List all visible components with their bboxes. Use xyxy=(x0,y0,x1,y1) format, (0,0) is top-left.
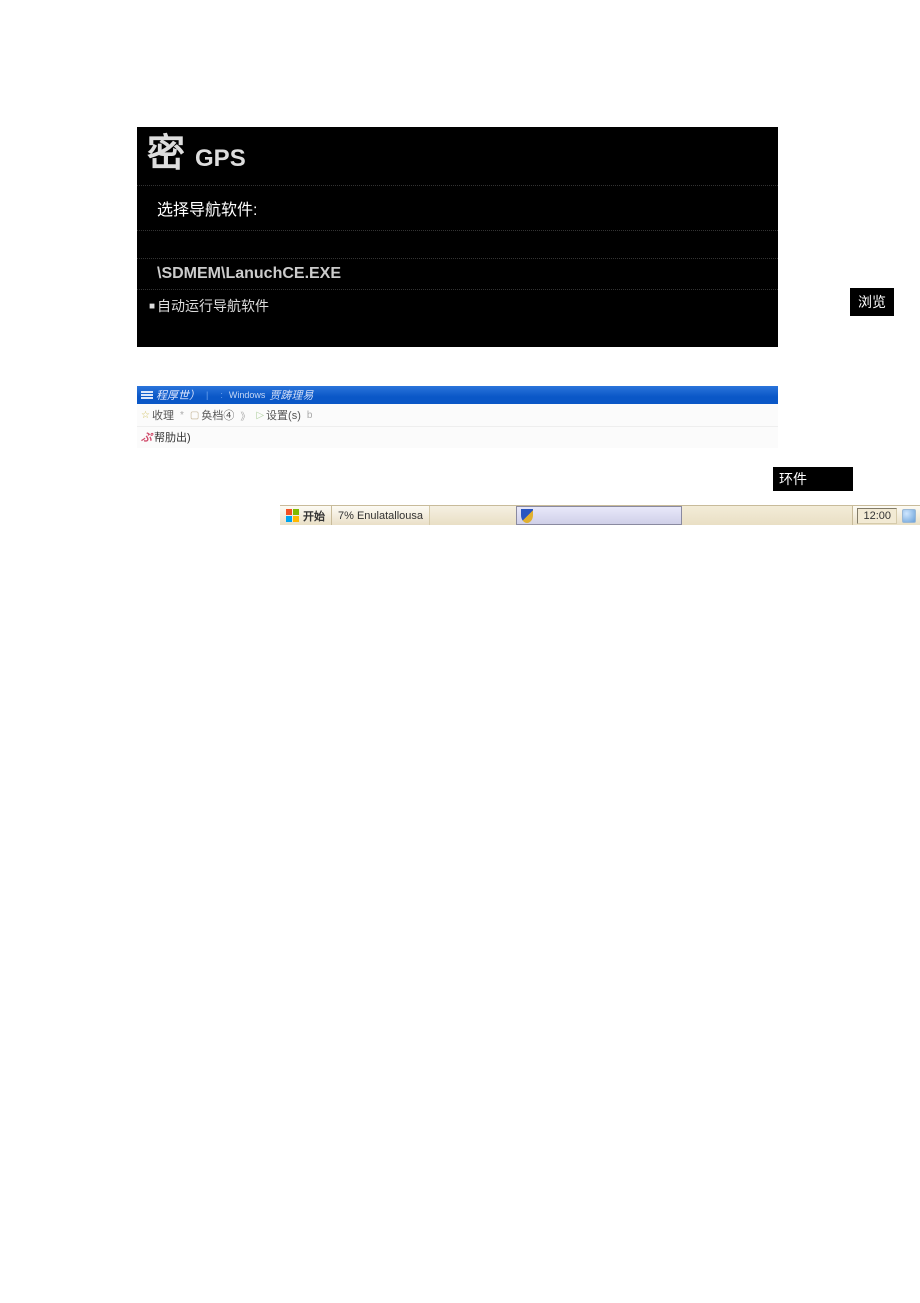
titlebar-text-2: 贾踌理易 xyxy=(269,387,313,403)
windows-flag-icon xyxy=(286,509,300,523)
toolbar-archive[interactable]: ▢ 奂档④ xyxy=(190,407,234,423)
browse-button[interactable]: 浏览 xyxy=(850,288,894,316)
toolbar-archive-label: 奂档④ xyxy=(201,407,234,423)
taskbar-spacer-1 xyxy=(430,506,516,525)
gps-path-input[interactable]: \SDMEM\LanuchCE.EXE xyxy=(137,259,778,290)
titlebar-divider: | xyxy=(206,390,208,400)
toolbar-favorites[interactable]: ☆ 收理 xyxy=(141,407,174,423)
gps-logo-icon: 密 xyxy=(147,135,185,173)
titlebar-text-1: 程厚世） xyxy=(156,387,200,403)
swirl-icon: ぷ xyxy=(141,429,152,445)
gps-header: 密 GPS xyxy=(137,127,778,186)
gps-title: GPS xyxy=(195,145,246,173)
gps-spacer xyxy=(137,231,778,259)
gps-auto-run-checkbox[interactable]: ■ 自动运行导航软件 xyxy=(137,290,778,322)
ring-badge: 环件 xyxy=(773,467,853,491)
toolbar-help[interactable]: ぷ 帮肋出) xyxy=(141,429,191,445)
taskbar-security-button[interactable] xyxy=(516,506,682,525)
taskbar: 开始 7% Enulatallousa 12:00 xyxy=(280,505,920,525)
app-titlebar[interactable]: 程厚世） | : Windows 贾踌理易 xyxy=(137,386,778,404)
window-icon xyxy=(141,389,153,401)
tray-show-desktop-icon[interactable] xyxy=(902,509,916,523)
resource-manager-window: 程厚世） | : Windows 贾踌理易 ☆ 收理 * ▢ 奂档④ 》 ▷ 设… xyxy=(137,386,778,448)
toolbar-sep-3: b xyxy=(307,410,313,421)
gps-settings-panel: 密 GPS 选择导航软件: \SDMEM\LanuchCE.EXE ■ 自动运行… xyxy=(137,127,778,347)
app-toolbar-row-2: ぷ 帮肋出) xyxy=(137,427,778,448)
titlebar-windows-label: Windows xyxy=(229,390,266,400)
taskbar-item-1[interactable]: 7% Enulatallousa xyxy=(332,506,430,525)
start-button-label: 开始 xyxy=(303,508,325,524)
shield-icon xyxy=(521,509,533,523)
square-icon: ▢ xyxy=(190,410,199,421)
triangle-icon: ▷ xyxy=(256,410,264,421)
system-tray: 12:00 xyxy=(852,506,920,525)
toolbar-settings[interactable]: ▷ 设置(s) xyxy=(256,407,301,423)
taskbar-fill xyxy=(682,506,852,525)
toolbar-settings-label: 设置(s) xyxy=(266,407,301,423)
toolbar-sep-1: * xyxy=(180,410,184,421)
star-icon: ☆ xyxy=(141,410,150,421)
gps-select-software-label: 选择导航软件: xyxy=(137,186,778,231)
gps-auto-run-label: 自动运行导航软件 xyxy=(157,296,269,316)
tray-clock[interactable]: 12:00 xyxy=(857,508,897,524)
toolbar-sep-2: 》 xyxy=(240,408,250,423)
toolbar-help-label: 帮肋出) xyxy=(154,429,191,445)
titlebar-divider-2: : xyxy=(220,390,223,400)
checkbox-icon: ■ xyxy=(149,301,155,312)
start-button[interactable]: 开始 xyxy=(280,506,332,525)
app-toolbar: ☆ 收理 * ▢ 奂档④ 》 ▷ 设置(s) b xyxy=(137,404,778,427)
taskbar-item-1-label: 7% Enulatallousa xyxy=(338,510,423,522)
toolbar-favorites-label: 收理 xyxy=(152,407,174,423)
